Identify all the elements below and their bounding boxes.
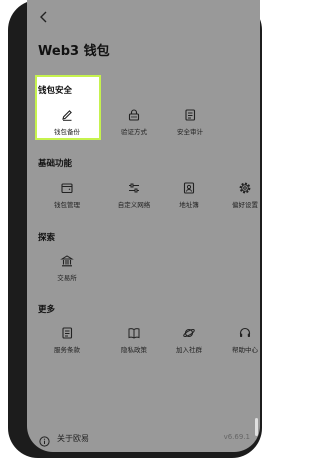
address-book-label: 地址簿: [179, 201, 199, 209]
back-arrow-icon[interactable]: [37, 10, 51, 24]
join-community-label: 加入社群: [176, 346, 202, 354]
section-title-more: 更多: [38, 305, 56, 315]
info-icon: [39, 432, 50, 447]
lock-icon: [127, 107, 141, 121]
wallet-icon: [60, 180, 74, 194]
screen: Web3 钱包 钱包安全 钱包备份 验证方式 安全审计 基础功能 钱包管理 自定…: [27, 0, 260, 452]
help-center-button[interactable]: 帮助中心: [216, 325, 260, 354]
pencil-icon: [60, 107, 74, 121]
verification-method-button[interactable]: 验证方式: [105, 107, 163, 136]
terms-of-service-label: 服务条款: [54, 346, 80, 354]
exchange-label: 交易所: [57, 274, 77, 282]
page-title: Web3 钱包: [38, 44, 110, 59]
address-book-icon: [182, 180, 196, 194]
terms-doc-icon: [60, 325, 74, 339]
planet-icon: [182, 325, 196, 339]
wallet-backup-label: 钱包备份: [54, 128, 80, 136]
scrollbar[interactable]: [255, 418, 258, 436]
custom-network-button[interactable]: 自定义网络: [105, 180, 163, 209]
sliders-icon: [127, 180, 141, 194]
help-center-label: 帮助中心: [232, 346, 258, 354]
section-title-explore: 探索: [38, 233, 56, 243]
privacy-policy-label: 隐私政策: [121, 346, 147, 354]
book-icon: [127, 325, 141, 339]
bank-icon: [60, 253, 74, 267]
gear-icon: [238, 180, 252, 194]
preferences-label: 偏好设置: [232, 201, 258, 209]
address-book-button[interactable]: 地址簿: [160, 180, 218, 209]
section-title-basic-functions: 基础功能: [38, 159, 73, 169]
security-audit-label: 安全审计: [177, 128, 203, 136]
audit-doc-icon: [183, 107, 197, 121]
custom-network-label: 自定义网络: [117, 201, 151, 209]
join-community-button[interactable]: 加入社群: [160, 325, 218, 354]
version-text: v6.69.1: [223, 433, 250, 441]
wallet-management-button[interactable]: 钱包管理: [38, 180, 96, 209]
exchange-button[interactable]: 交易所: [38, 253, 96, 282]
terms-of-service-button[interactable]: 服务条款: [38, 325, 96, 354]
phone-frame: Web3 钱包 钱包安全 钱包备份 验证方式 安全审计 基础功能 钱包管理 自定…: [8, 0, 262, 458]
about-row[interactable]: 关于欧易 v6.69.1: [27, 428, 260, 448]
headset-icon: [238, 325, 252, 339]
wallet-management-label: 钱包管理: [54, 201, 80, 209]
security-audit-button[interactable]: 安全审计: [161, 107, 219, 136]
about-label: 关于欧易: [57, 434, 89, 443]
section-title-wallet-security: 钱包安全: [38, 86, 73, 96]
verification-method-label: 验证方式: [121, 128, 147, 136]
wallet-backup-button[interactable]: 钱包备份: [38, 107, 96, 136]
privacy-policy-button[interactable]: 隐私政策: [105, 325, 163, 354]
preferences-button[interactable]: 偏好设置: [216, 180, 260, 209]
